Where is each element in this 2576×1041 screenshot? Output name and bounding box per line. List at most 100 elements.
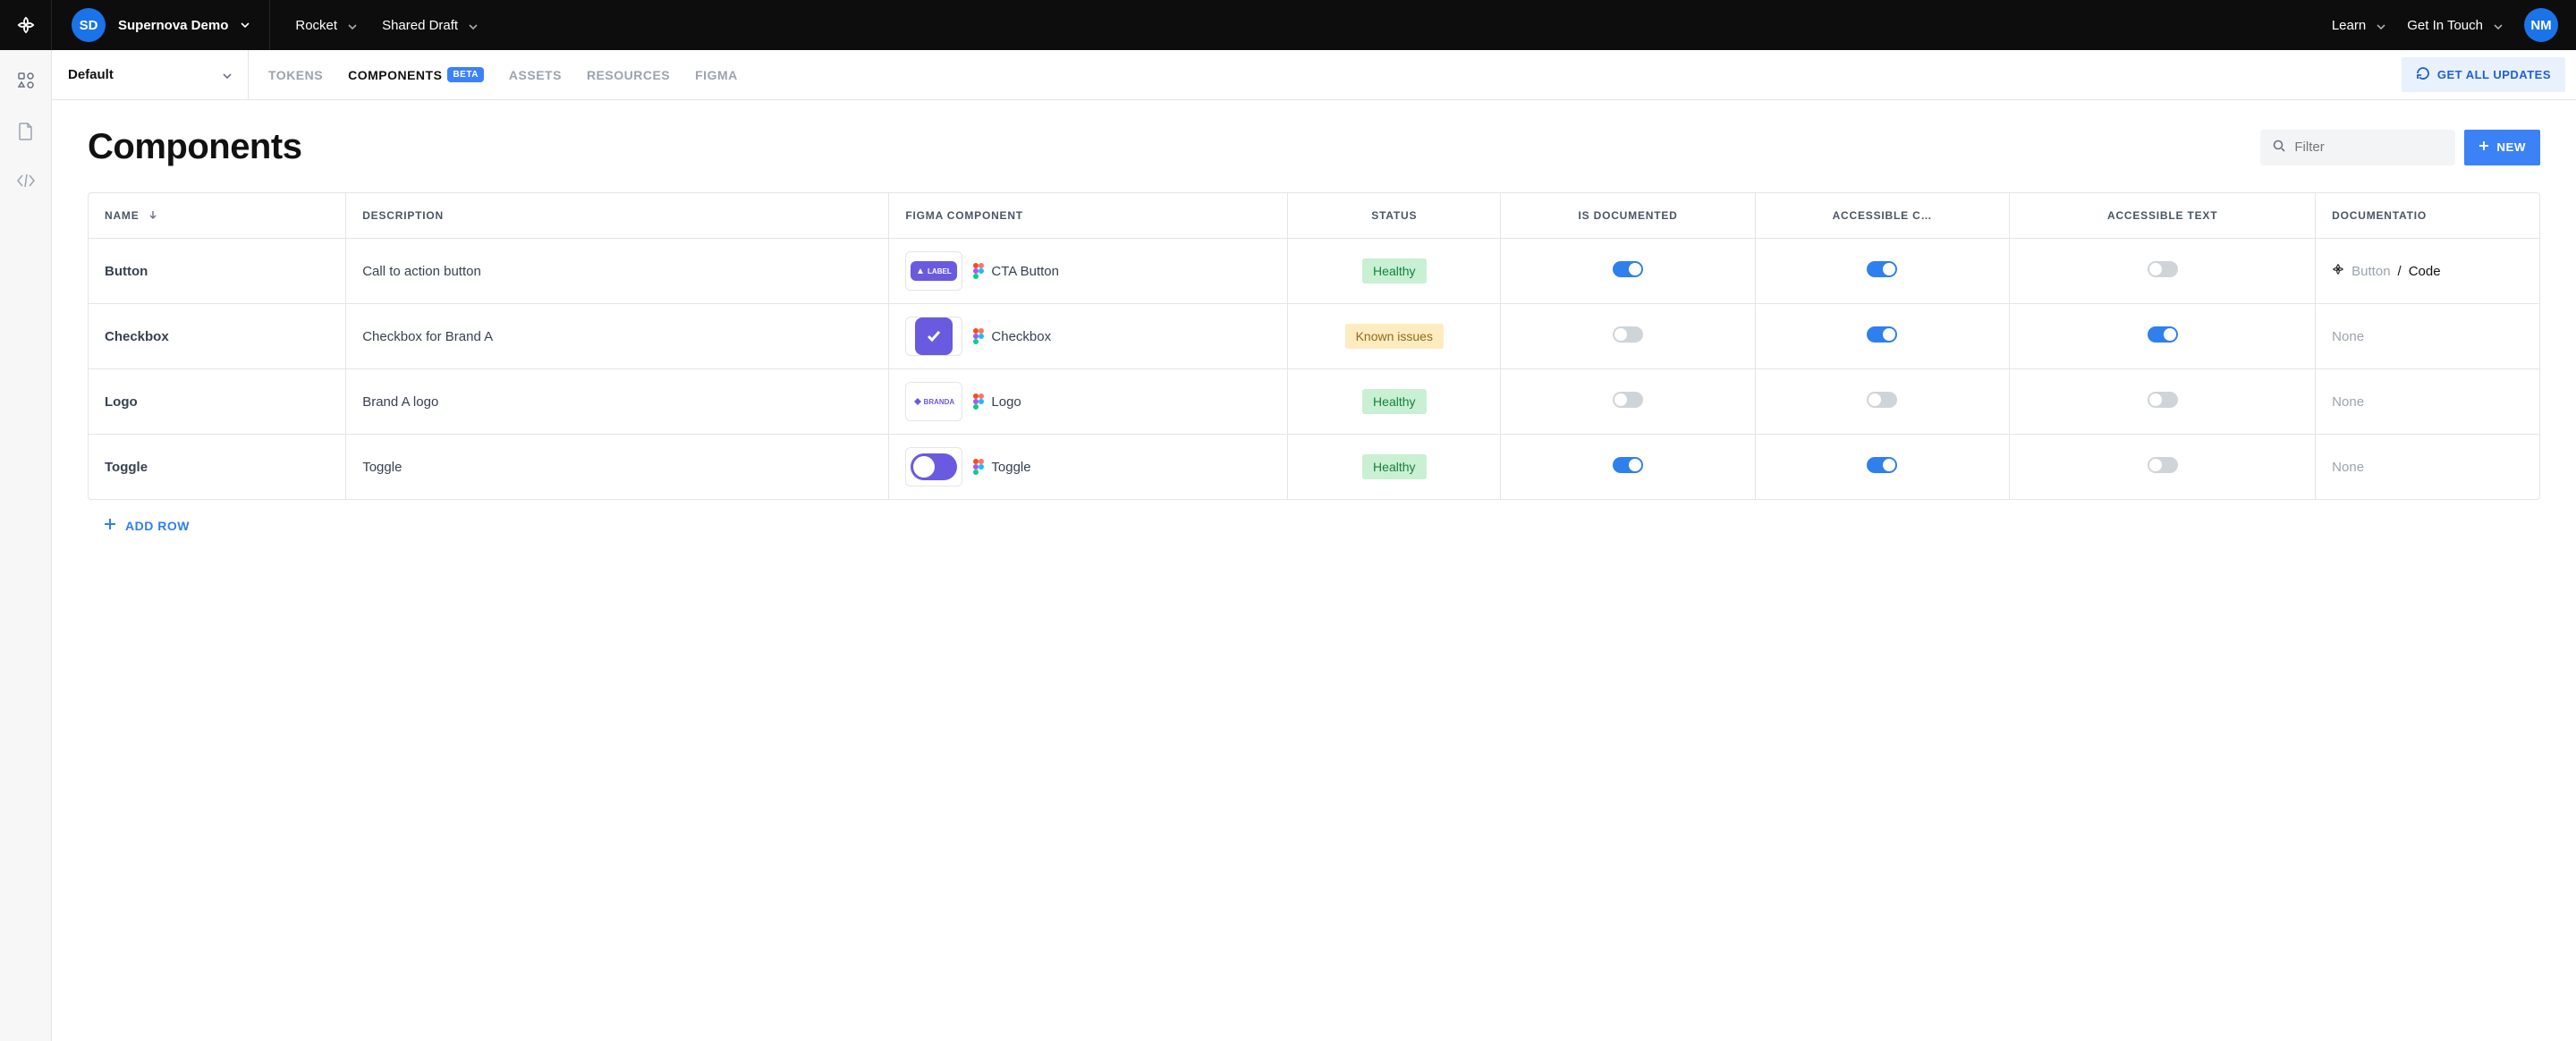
filter-input-wrap[interactable] [2260, 130, 2455, 165]
figma-cell[interactable]: Checkbox [889, 304, 1288, 369]
toggle-switch[interactable] [2148, 392, 2178, 408]
new-button[interactable]: NEW [2464, 130, 2540, 165]
description-cell[interactable]: Checkbox for Brand A [346, 304, 889, 369]
beta-badge: BETA [447, 67, 483, 82]
documented-cell [1501, 304, 1755, 369]
status-cell[interactable]: Healthy [1288, 435, 1501, 499]
topbar-item-rocket[interactable]: Rocket [295, 18, 357, 33]
doc-none: None [2332, 460, 2364, 475]
tab-figma[interactable]: FIGMA [695, 68, 738, 82]
topbar: SD Supernova Demo Rocket Shared Draft Le… [0, 0, 2576, 50]
topbar-item-get-in-touch[interactable]: Get In Touch [2407, 18, 2503, 33]
tab-components[interactable]: COMPONENTS BETA [348, 67, 484, 82]
a11y-text-cell [2010, 304, 2316, 369]
tab-assets[interactable]: ASSETS [509, 68, 562, 82]
document-icon[interactable] [18, 123, 34, 143]
figma-icon [973, 328, 984, 344]
description-cell[interactable]: Brand A logo [346, 369, 889, 435]
th-figma[interactable]: FIGMA COMPONENT [889, 193, 1288, 239]
topbar-item-shared-draft[interactable]: Shared Draft [382, 18, 478, 33]
app-logo[interactable] [0, 0, 52, 50]
iconrail [0, 50, 52, 1041]
plus-icon [2479, 140, 2489, 154]
tab-tokens[interactable]: TOKENS [268, 68, 323, 82]
chevron-down-icon [2377, 18, 2385, 33]
th-status[interactable]: STATUS [1288, 193, 1501, 239]
th-documentation[interactable]: DOCUMENTATIO [2316, 193, 2539, 239]
name-cell[interactable]: Toggle [89, 435, 346, 499]
chevron-down-icon [469, 18, 478, 33]
toggle-switch[interactable] [2148, 261, 2178, 277]
status-cell[interactable]: Known issues [1288, 304, 1501, 369]
name-cell[interactable]: Button [89, 239, 346, 304]
figma-cell[interactable]: LABELCTA Button [889, 239, 1288, 304]
user-avatar[interactable]: NM [2524, 8, 2558, 42]
documentation-cell: Button / Code [2316, 239, 2539, 304]
filter-input[interactable] [2294, 140, 2443, 155]
add-row-button[interactable]: ADD ROW [88, 518, 190, 533]
toggle-switch[interactable] [2148, 457, 2178, 473]
th-name[interactable]: NAME [89, 193, 346, 239]
figma-icon [973, 263, 984, 279]
a11y-text-cell [2010, 239, 2316, 304]
workspace-switcher[interactable]: SD Supernova Demo [52, 0, 270, 50]
documented-cell [1501, 369, 1755, 435]
a11y-text-cell [2010, 369, 2316, 435]
tab-resources[interactable]: RESOURCES [587, 68, 670, 82]
refresh-icon [2416, 66, 2430, 83]
status-cell[interactable]: Healthy [1288, 239, 1501, 304]
th-documented[interactable]: IS DOCUMENTED [1501, 193, 1755, 239]
table-header-row: NAME DESCRIPTION FIGMA COMPONENT STATUS … [89, 193, 2539, 239]
description-cell[interactable]: Toggle [346, 435, 889, 499]
topbar-item-label: Learn [2332, 18, 2366, 33]
table-row: ButtonCall to action buttonLABELCTA Butt… [89, 239, 2539, 304]
brand-dropdown[interactable]: Default [52, 50, 249, 99]
get-all-updates-button[interactable]: GET ALL UPDATES [2402, 57, 2565, 92]
toggle-switch[interactable] [1867, 392, 1897, 408]
toggle-switch[interactable] [1613, 261, 1643, 277]
toggle-switch[interactable] [2148, 326, 2178, 343]
plus-icon [104, 518, 116, 533]
a11y-contrast-cell [1756, 239, 2010, 304]
toggle-switch[interactable] [1867, 326, 1897, 343]
sort-down-icon [148, 209, 157, 222]
toggle-switch[interactable] [1613, 457, 1643, 473]
documentation-cell: None [2316, 369, 2539, 435]
topbar-item-label: Rocket [295, 18, 337, 33]
a11y-contrast-cell [1756, 435, 2010, 499]
documentation-link[interactable]: Button / Code [2332, 263, 2523, 279]
a11y-text-cell [2010, 435, 2316, 499]
toggle-switch[interactable] [1867, 457, 1897, 473]
table-row: LogoBrand A logoBRANDALogoHealthy None [89, 369, 2539, 435]
doc-none: None [2332, 394, 2364, 410]
figma-name: Checkbox [991, 329, 1051, 344]
figma-cell[interactable]: Toggle [889, 435, 1288, 499]
design-tokens-icon[interactable] [17, 72, 35, 92]
topbar-item-learn[interactable]: Learn [2332, 18, 2385, 33]
chevron-down-icon [241, 22, 250, 28]
th-a11y-text[interactable]: ACCESSIBLE TEXT [2010, 193, 2316, 239]
button-label: ADD ROW [125, 519, 190, 533]
content: Components NEW [52, 100, 2576, 569]
toggle-switch[interactable] [1613, 326, 1643, 343]
topbar-item-label: Shared Draft [382, 18, 458, 33]
toggle-switch[interactable] [1867, 261, 1897, 277]
figma-cell[interactable]: BRANDALogo [889, 369, 1288, 435]
th-label: NAME [105, 209, 140, 222]
button-label: GET ALL UPDATES [2437, 68, 2551, 81]
subbar: Default TOKENS COMPONENTS BETA ASSETS RE… [52, 50, 2576, 100]
th-a11y-contrast[interactable]: ACCESSIBLE C… [1756, 193, 2010, 239]
name-cell[interactable]: Checkbox [89, 304, 346, 369]
th-description[interactable]: DESCRIPTION [346, 193, 889, 239]
code-icon[interactable] [16, 174, 36, 190]
description-cell[interactable]: Call to action button [346, 239, 889, 304]
workspace-name: Supernova Demo [118, 18, 228, 33]
name-cell[interactable]: Logo [89, 369, 346, 435]
workspace-avatar: SD [72, 8, 106, 42]
topbar-item-label: Get In Touch [2407, 18, 2483, 33]
figma-thumb [905, 317, 962, 356]
status-cell[interactable]: Healthy [1288, 369, 1501, 435]
status-badge: Healthy [1362, 454, 1426, 479]
status-badge: Known issues [1345, 324, 1444, 349]
toggle-switch[interactable] [1613, 392, 1643, 408]
